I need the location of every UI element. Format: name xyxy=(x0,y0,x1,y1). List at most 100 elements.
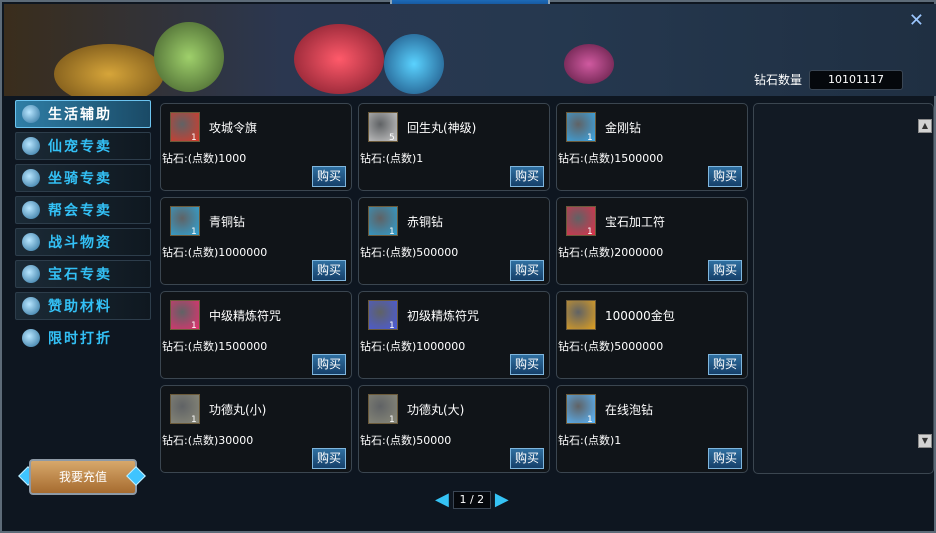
horse-icon xyxy=(22,169,40,187)
buy-button[interactable]: 购买 xyxy=(708,166,742,187)
recharge-button[interactable]: 我要充值 xyxy=(18,453,146,497)
scroll-down-button[interactable]: ▼ xyxy=(918,434,932,448)
sidebar-item-label: 限时打折 xyxy=(48,331,112,347)
paw-icon xyxy=(22,137,40,155)
box-icon xyxy=(22,233,40,251)
item-quantity: 1 xyxy=(389,415,395,425)
page-indicator: 1 / 2 xyxy=(452,490,491,509)
product-card: 1 金刚钻 钻石:(点数)1500000 购买 xyxy=(556,103,748,191)
item-name: 100000金包 xyxy=(605,309,675,323)
item-price: 钻石:(点数)1500000 xyxy=(162,340,268,353)
sidebar-item[interactable]: 战斗物资 xyxy=(15,228,151,256)
item-price: 钻石:(点数)1500000 xyxy=(558,152,664,165)
item-price: 钻石:(点数)1 xyxy=(558,434,622,447)
buy-button[interactable]: 购买 xyxy=(312,166,346,187)
buy-button[interactable]: 购买 xyxy=(708,354,742,375)
item-price: 钻石:(点数)50000 xyxy=(360,434,452,447)
pink-crystal-icon xyxy=(564,44,614,84)
buy-button[interactable]: 购买 xyxy=(510,354,544,375)
product-card: 1 在线泡钻钻石:(点数)1 购买 xyxy=(556,385,748,473)
item-quantity: 1 xyxy=(587,227,593,237)
item-price: 钻石:(点数)500000 xyxy=(360,246,459,259)
product-card: 5 回生丸(神级) 钻石:(点数)1 购买 xyxy=(358,103,550,191)
gear-icon xyxy=(22,105,40,123)
buy-button[interactable]: 购买 xyxy=(510,166,544,187)
treasure-chest-icon xyxy=(54,44,164,96)
diamond-count-label: 钻石数量 xyxy=(754,73,803,87)
product-card: 1 初级精炼符咒钻石:(点数)1000000 购买 xyxy=(358,291,550,379)
item-name: 青铜钻 xyxy=(209,215,246,229)
product-card: 1 功德丸(大) 钻石:(点数)50000 购买 xyxy=(358,385,550,473)
item-name: 回生丸(神级) xyxy=(407,121,477,135)
product-card: 1 中级精炼符咒钻石:(点数)1500000 购买 xyxy=(160,291,352,379)
buy-button[interactable]: 购买 xyxy=(312,448,346,469)
sidebar-item-label: 宝石专卖 xyxy=(48,267,112,283)
flag-icon xyxy=(22,201,40,219)
item-name: 中级精炼符咒 xyxy=(209,309,282,323)
sidebar-item-label: 赞助材料 xyxy=(48,299,112,315)
item-name: 赤铜钻 xyxy=(407,215,444,229)
item-name: 功德丸(大) xyxy=(407,403,465,417)
sidebar-item[interactable]: 坐骑专卖 xyxy=(15,164,151,192)
sidebar-item-label: 生活辅助 xyxy=(48,107,112,123)
red-crystal-icon xyxy=(294,24,384,94)
buy-button[interactable]: 购买 xyxy=(312,354,346,375)
item-price: 钻石:(点数)1000000 xyxy=(162,246,268,259)
item-price: 钻石:(点数)1000000 xyxy=(360,340,466,353)
diamond-count-value: 10101117 xyxy=(809,70,903,90)
item-quantity: 1 xyxy=(191,227,197,237)
item-price: 钻石:(点数)30000 xyxy=(162,434,254,447)
blue-crystal-icon xyxy=(384,34,444,94)
buy-button[interactable]: 购买 xyxy=(708,260,742,281)
item-price: 钻石:(点数)1 xyxy=(360,152,424,165)
buy-button[interactable]: 购买 xyxy=(312,260,346,281)
sidebar-item-label: 仙宠专卖 xyxy=(48,139,112,155)
item-price: 钻石:(点数)5000000 xyxy=(558,340,664,353)
sidebar-item-label: 坐骑专卖 xyxy=(48,171,112,187)
product-card: 1 功德丸(小) 钻石:(点数)30000 购买 xyxy=(160,385,352,473)
sidebar-item[interactable]: 宝石专卖 xyxy=(15,260,151,288)
sidebar-item[interactable]: 帮会专卖 xyxy=(15,196,151,224)
sidebar-item-label: 帮会专卖 xyxy=(48,203,112,219)
scroll-up-button[interactable]: ▲ xyxy=(918,119,932,133)
item-name: 在线泡钻 xyxy=(605,403,654,417)
shop-window: ✕ 钻石数量 10101117 生活辅助仙宠专卖坐骑专卖帮会专卖战斗物资宝石专卖… xyxy=(0,0,936,533)
product-card: 100000金包钻石:(点数)5000000 购买 xyxy=(556,291,748,379)
item-quantity: 1 xyxy=(587,415,593,425)
mountain-icon xyxy=(22,297,40,315)
sidebar-item[interactable]: 生活辅助 xyxy=(15,100,151,128)
item-price: 钻石:(点数)1000 xyxy=(162,152,247,165)
buy-button[interactable]: 购买 xyxy=(510,448,544,469)
sidebar-item[interactable]: 限时打折 xyxy=(15,324,151,352)
product-card: 1 青铜钻钻石:(点数)1000000 购买 xyxy=(160,197,352,285)
item-quantity: 1 xyxy=(191,415,197,425)
sidebar-item[interactable]: 赞助材料 xyxy=(15,292,151,320)
pagination: ◀ 1 / 2 ▶ xyxy=(435,489,509,510)
sidebar-item-label: 战斗物资 xyxy=(48,235,112,251)
megaphone-icon xyxy=(22,329,40,347)
next-page-icon[interactable]: ▶ xyxy=(495,489,509,510)
item-name: 攻城令旗 xyxy=(209,121,258,135)
item-quantity: 1 xyxy=(191,133,197,143)
item-quantity: 1 xyxy=(389,227,395,237)
item-quantity: 5 xyxy=(389,133,395,143)
detail-panel: ▲ ▼ xyxy=(753,103,934,474)
prev-page-icon[interactable]: ◀ xyxy=(435,489,449,510)
item-quantity: 1 xyxy=(587,133,593,143)
item-name: 初级精炼符咒 xyxy=(407,309,480,323)
item-quantity: 1 xyxy=(389,321,395,331)
sidebar-item[interactable]: 仙宠专卖 xyxy=(15,132,151,160)
treasure-bag-icon xyxy=(154,22,224,92)
product-card: 1 赤铜钻钻石:(点数)500000 购买 xyxy=(358,197,550,285)
buy-button[interactable]: 购买 xyxy=(708,448,742,469)
gold-bag-icon xyxy=(566,300,596,330)
item-price: 钻石:(点数)2000000 xyxy=(558,246,664,259)
product-card: 1 攻城令旗钻石:(点数)1000 购买 xyxy=(160,103,352,191)
close-button[interactable]: ✕ xyxy=(909,10,924,31)
product-card: 1 宝石加工符钻石:(点数)2000000 购买 xyxy=(556,197,748,285)
buy-button[interactable]: 购买 xyxy=(510,260,544,281)
item-quantity: 1 xyxy=(191,321,197,331)
gem-icon xyxy=(22,265,40,283)
item-name: 宝石加工符 xyxy=(605,215,666,229)
recharge-label: 我要充值 xyxy=(29,459,137,495)
